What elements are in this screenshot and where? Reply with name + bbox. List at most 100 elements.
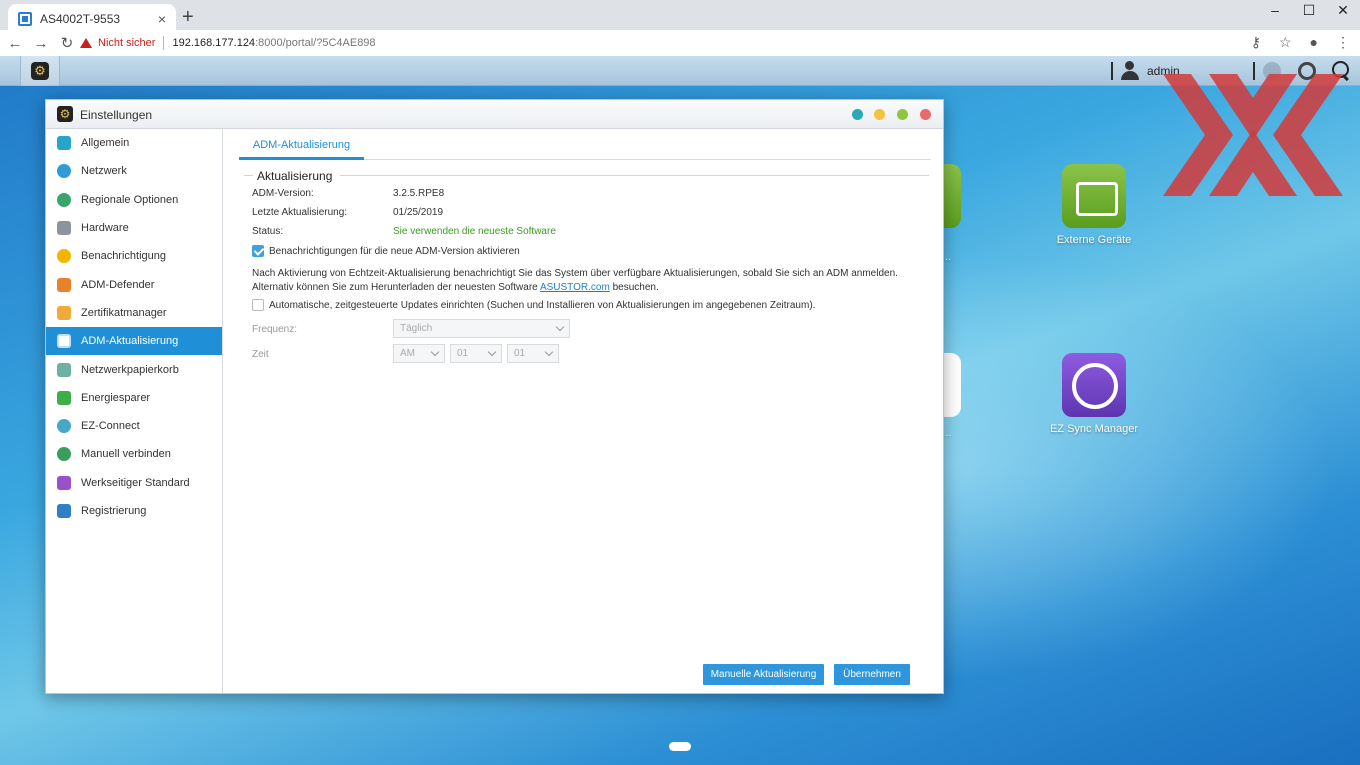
desktop-icon-label: EZ Sync Manager (1049, 423, 1139, 435)
window-minimize-button[interactable] (874, 109, 885, 120)
desktop-icon-ez-sync[interactable]: EZ Sync Manager (1039, 353, 1149, 435)
last-update-label: Letzte Aktualisierung: (252, 207, 348, 218)
chevron-down-icon (430, 347, 440, 357)
sidebar-item-netzwerk[interactable]: Netzwerk (46, 157, 222, 185)
section-line (244, 175, 253, 176)
user-icon[interactable] (1120, 61, 1140, 81)
time-ampm-value: AM (400, 348, 415, 359)
time-hour-value: 01 (457, 348, 469, 359)
sidebar-item-label: Benachrichtigung (81, 250, 167, 263)
favicon-icon (18, 12, 32, 26)
time-ampm-select[interactable]: AM (393, 344, 445, 363)
sidebar-item-manuell-verbinden[interactable]: Manuell verbinden (46, 440, 222, 468)
desktop-icon-label: Externe Geräte (1056, 234, 1132, 246)
sidebar-item-ez-connect[interactable]: EZ-Connect (46, 412, 222, 440)
adm-version-label: ADM-Version: (252, 188, 314, 199)
adm-taskbar: ⚙ admin (0, 56, 1360, 86)
warning-icon (80, 38, 92, 48)
apply-button[interactable]: Übernehmen (834, 664, 910, 685)
info-paragraph: Nach Aktivierung von Echtzeit-Aktualisie… (252, 267, 922, 295)
sidebar-item-label: Netzwerk (81, 165, 127, 178)
recycle-bin-icon (57, 362, 71, 377)
hardware-icon (57, 221, 71, 236)
maximize-button[interactable]: ☐ (1292, 0, 1326, 20)
tab-adm-aktualisierung[interactable]: ADM-Aktualisierung (239, 129, 364, 160)
sidebar-item-registrierung[interactable]: Registrierung (46, 497, 222, 525)
security-label[interactable]: Nicht sicher (98, 37, 155, 49)
reset-icon (57, 475, 71, 490)
settings-sidebar: Allgemein Netzwerk Regionale Optionen Ha… (46, 129, 223, 693)
globe-icon (57, 164, 71, 179)
sidebar-item-werkseitiger-standard[interactable]: Werkseitiger Standard (46, 469, 222, 497)
browser-actions: ⚷ ☆ ● ⋮ (1251, 34, 1350, 51)
status-label: Status: (252, 226, 284, 237)
sidebar-item-hardware[interactable]: Hardware (46, 214, 222, 242)
reload-button[interactable]: ↻ (56, 34, 78, 52)
sidebar-item-benachrichtigung[interactable]: Benachrichtigung (46, 242, 222, 270)
dock-handle[interactable] (669, 742, 691, 751)
sidebar-item-zertifikatmanager[interactable]: Zertifikatmanager (46, 299, 222, 327)
adm-desktop: ⚙ admin & ellu... atio... Externe Geräte… (0, 56, 1360, 765)
forward-button[interactable]: → (30, 35, 52, 52)
tab-title: AS4002T-9553 (40, 12, 121, 26)
auto-update-checkbox[interactable] (252, 299, 264, 311)
key-icon[interactable]: ⚷ (1251, 34, 1261, 51)
asustor-link[interactable]: ASUSTOR.com (540, 282, 610, 293)
sidebar-item-regionale-optionen[interactable]: Regionale Optionen (46, 186, 222, 214)
section-header: Aktualisierung (244, 169, 929, 183)
sidebar-item-label: Allgemein (81, 137, 130, 150)
sidebar-item-adm-defender[interactable]: ADM-Defender (46, 270, 222, 298)
status-value: Sie verwenden die neueste Software (393, 226, 556, 237)
sidebar-item-label: Netzwerkpapierkorb (81, 363, 179, 376)
frequency-select[interactable]: Täglich (393, 319, 570, 338)
menu-icon[interactable]: ⋮ (1336, 34, 1350, 51)
region-icon (57, 192, 71, 207)
auto-update-checkbox-label[interactable]: Automatische, zeitgesteuerte Updates ein… (269, 300, 815, 311)
bookmark-star-icon[interactable]: ☆ (1279, 34, 1292, 51)
time-label: Zeit (252, 349, 269, 360)
taskbar-settings-app[interactable]: ⚙ (20, 56, 60, 86)
desktop-icon-external-devices[interactable]: Externe Geräte (1039, 164, 1149, 246)
browser-toolbar: ← → ↻ Nicht sicher 192.168.177.124 :8000… (0, 30, 1360, 56)
sidebar-item-allgemein[interactable]: Allgemein (46, 129, 222, 157)
adm-version-value: 3.2.5.RPE8 (393, 188, 445, 199)
back-button[interactable]: ← (4, 35, 26, 52)
frequency-label: Frequenz: (252, 324, 298, 335)
defender-icon (57, 277, 71, 292)
omnibox-divider (163, 36, 165, 50)
sidebar-item-label: Registrierung (81, 505, 147, 517)
usb-drive-icon (1062, 164, 1126, 228)
window-help-button[interactable] (852, 109, 863, 120)
tab-bar: ADM-Aktualisierung (239, 129, 931, 160)
notify-checkbox[interactable] (252, 245, 264, 257)
notify-checkbox-label[interactable]: Benachrichtigungen für die neue ADM-Vers… (269, 246, 520, 257)
url-path: :8000/portal/?5C4AE898 (255, 37, 376, 49)
registration-icon (57, 504, 71, 518)
profile-icon[interactable]: ● (1310, 34, 1318, 51)
close-window-button[interactable]: ✕ (1326, 0, 1360, 20)
window-close-button[interactable] (920, 109, 931, 120)
settings-window: ⚙ Einstellungen Allgemein Netzwerk Regio… (45, 99, 944, 694)
frequency-value: Täglich (400, 323, 433, 334)
time-hour-select[interactable]: 01 (450, 344, 502, 363)
sidebar-item-netzwerkpapierkorb[interactable]: Netzwerkpapierkorb (46, 355, 222, 383)
sidebar-item-label: Hardware (81, 222, 129, 235)
window-maximize-button[interactable] (897, 109, 908, 120)
connect-icon (57, 447, 71, 462)
window-title: Einstellungen (80, 108, 153, 122)
new-tab-button[interactable]: + (182, 6, 194, 28)
tab-close-icon[interactable]: × (158, 11, 166, 27)
window-header[interactable]: ⚙ Einstellungen (46, 100, 943, 129)
address-bar[interactable]: Nicht sicher 192.168.177.124 :8000/porta… (80, 33, 376, 53)
minimize-button[interactable]: – (1258, 0, 1292, 20)
last-update-value: 01/25/2019 (393, 207, 444, 218)
sidebar-item-adm-aktualisierung[interactable]: ADM-Aktualisierung (46, 327, 222, 356)
chevron-down-icon (487, 347, 497, 357)
time-minute-select[interactable]: 01 (507, 344, 559, 363)
sidebar-item-label: EZ-Connect (81, 420, 140, 433)
sidebar-item-label: Zertifikatmanager (81, 306, 167, 319)
manual-update-button[interactable]: Manuelle Aktualisierung (703, 664, 824, 685)
sync-cloud-icon (1062, 353, 1126, 417)
settings-gear-icon: ⚙ (57, 106, 73, 122)
sidebar-item-energiesparer[interactable]: Energiesparer (46, 384, 222, 412)
